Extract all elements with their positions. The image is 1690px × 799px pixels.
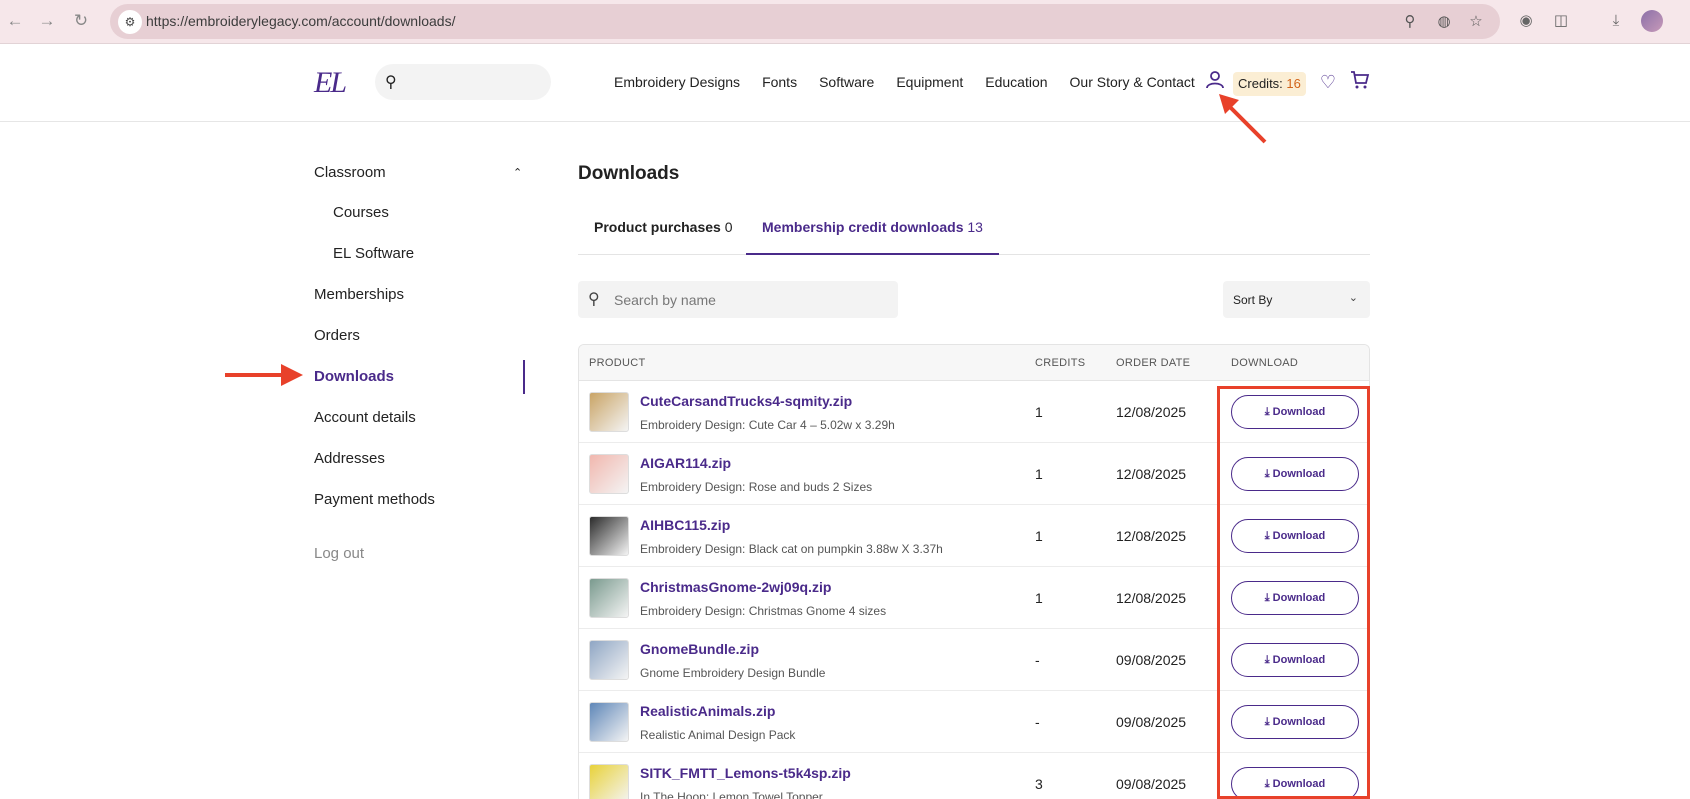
nav-our-story-contact[interactable]: Our Story & Contact	[1070, 74, 1195, 90]
credits-value: 16	[1286, 76, 1301, 91]
file-name-link[interactable]: GnomeBundle.zip	[640, 641, 759, 657]
forward-icon[interactable]: →	[36, 10, 58, 32]
file-name-link[interactable]: AIHBC115.zip	[640, 517, 730, 533]
nav-embroidery-designs[interactable]: Embroidery Designs	[614, 74, 740, 90]
sidebar-item-courses[interactable]: Courses	[333, 204, 389, 221]
sidebar-active-indicator	[523, 360, 525, 394]
product-thumbnail[interactable]	[589, 578, 629, 618]
order-date-cell: 09/08/2025	[1116, 776, 1187, 792]
file-description: Embroidery Design: Christmas Gnome 4 siz…	[640, 604, 887, 618]
page-title: Downloads	[578, 163, 680, 184]
column-header-product: PRODUCT	[589, 357, 646, 369]
file-description: Gnome Embroidery Design Bundle	[640, 666, 826, 680]
sidebar-item-memberships[interactable]: Memberships	[314, 286, 404, 303]
star-icon[interactable]: ☆	[1466, 12, 1486, 32]
zoom-icon[interactable]: ⚲	[1400, 12, 1420, 32]
heart-icon[interactable]: ♡	[1316, 70, 1340, 94]
puzzle-icon[interactable]: ◫	[1550, 10, 1572, 32]
search-icon: ⚲	[385, 74, 397, 91]
tab-product-purchases[interactable]: Product purchases 0	[578, 214, 749, 254]
order-date-cell: 09/08/2025	[1116, 714, 1187, 730]
file-description: In The Hoop: Lemon Towel Topper	[640, 790, 823, 799]
order-date-cell: 09/08/2025	[1116, 652, 1187, 668]
credits-cell: 3	[1035, 776, 1043, 792]
product-thumbnail[interactable]	[589, 764, 629, 799]
downloads-search-input[interactable]	[614, 281, 894, 318]
url-text[interactable]: https://embroiderylegacy.com/account/dow…	[146, 13, 455, 29]
tab-label: Membership credit downloads	[762, 219, 964, 235]
order-date-cell: 12/08/2025	[1116, 404, 1187, 420]
file-name-link[interactable]: RealisticAnimals.zip	[640, 703, 775, 719]
order-date-cell: 12/08/2025	[1116, 466, 1187, 482]
cart-icon[interactable]	[1348, 70, 1372, 94]
credits-cell: 1	[1035, 528, 1043, 544]
file-name-link[interactable]: SITK_FMTT_Lemons-t5k4sp.zip	[640, 765, 851, 781]
column-header-order-date: ORDER DATE	[1116, 357, 1191, 369]
sidebar-item-classroom[interactable]: Classroom	[314, 164, 386, 181]
sidebar-item-el-software[interactable]: EL Software	[333, 245, 414, 262]
credits-cell: -	[1035, 714, 1040, 730]
product-thumbnail[interactable]	[589, 454, 629, 494]
product-thumbnail[interactable]	[589, 516, 629, 556]
sidebar-item-addresses[interactable]: Addresses	[314, 450, 385, 467]
annotation-arrow-downloads	[225, 364, 303, 386]
order-date-cell: 12/08/2025	[1116, 590, 1187, 606]
tab-count: 0	[724, 219, 733, 235]
sidebar-item-label: Classroom	[314, 164, 386, 181]
sidebar-item-account-details[interactable]: Account details	[314, 409, 416, 426]
sidebar-item-downloads[interactable]: Downloads	[314, 368, 394, 385]
file-description: Embroidery Design: Black cat on pumpkin …	[640, 542, 943, 556]
file-name-link[interactable]: CuteCarsandTrucks4-sqmity.zip	[640, 393, 852, 409]
file-description: Embroidery Design: Cute Car 4 – 5.02w x …	[640, 418, 895, 432]
site-logo[interactable]: EL	[314, 66, 347, 100]
file-name-link[interactable]: AIGAR114.zip	[640, 455, 731, 471]
tab-label: Product purchases	[594, 219, 721, 235]
address-bar[interactable]: ⚙ https://embroiderylegacy.com/account/d…	[110, 4, 1500, 39]
extension-icon[interactable]: ◉	[1515, 10, 1537, 32]
site-info-icon[interactable]: ⚙	[118, 10, 142, 34]
chevron-up-icon[interactable]: ⌃	[513, 166, 522, 179]
site-search-input[interactable]: ⚲	[375, 64, 551, 100]
browser-toolbar: ← → ↻ ⚙ https://embroiderylegacy.com/acc…	[0, 0, 1690, 44]
nav-equipment[interactable]: Equipment	[896, 74, 963, 90]
sidebar-item-log-out[interactable]: Log out	[314, 545, 364, 562]
main-nav: Embroidery Designs Fonts Software Equipm…	[614, 74, 1217, 90]
column-header-download: DOWNLOAD	[1231, 357, 1299, 369]
order-date-cell: 12/08/2025	[1116, 528, 1187, 544]
profile-avatar[interactable]	[1641, 10, 1663, 32]
download-tray-icon[interactable]: ⤓	[1605, 10, 1627, 32]
nav-fonts[interactable]: Fonts	[762, 74, 797, 90]
sidebar-item-orders[interactable]: Orders	[314, 327, 360, 344]
credits-cell: 1	[1035, 590, 1043, 606]
downloads-tabs: Product purchases 0 Membership credit do…	[578, 214, 1370, 255]
file-description: Realistic Animal Design Pack	[640, 728, 796, 742]
annotation-highlight-download-column	[1217, 386, 1370, 799]
product-thumbnail[interactable]	[589, 392, 629, 432]
file-description: Embroidery Design: Rose and buds 2 Sizes	[640, 480, 873, 494]
sidebar-item-payment-methods[interactable]: Payment methods	[314, 491, 435, 508]
annotation-arrow-account	[1219, 94, 1267, 144]
column-header-credits: CREDITS	[1035, 357, 1086, 369]
tab-membership-credit-downloads[interactable]: Membership credit downloads 13	[746, 214, 999, 255]
tab-count: 13	[967, 219, 983, 235]
downloads-search: ⚲	[578, 281, 898, 318]
eye-off-icon[interactable]: ◍	[1434, 12, 1454, 32]
search-icon: ⚲	[588, 291, 600, 308]
back-icon[interactable]: ←	[4, 10, 26, 32]
product-thumbnail[interactable]	[589, 702, 629, 742]
chevron-down-icon: ⌄	[1348, 292, 1358, 304]
sort-by-select[interactable]: Sort By ⌄	[1223, 281, 1370, 318]
nav-education[interactable]: Education	[985, 74, 1047, 90]
site-header: EL ⚲ Embroidery Designs Fonts Software E…	[0, 44, 1690, 122]
table-header: PRODUCT CREDITS ORDER DATE DOWNLOAD	[579, 345, 1369, 381]
credits-cell: 1	[1035, 404, 1043, 420]
nav-software[interactable]: Software	[819, 74, 874, 90]
reload-icon[interactable]: ↻	[70, 10, 92, 32]
sort-by-label: Sort By	[1233, 293, 1273, 307]
credits-cell: -	[1035, 652, 1040, 668]
file-name-link[interactable]: ChristmasGnome-2wj09q.zip	[640, 579, 831, 595]
product-thumbnail[interactable]	[589, 640, 629, 680]
credits-cell: 1	[1035, 466, 1043, 482]
